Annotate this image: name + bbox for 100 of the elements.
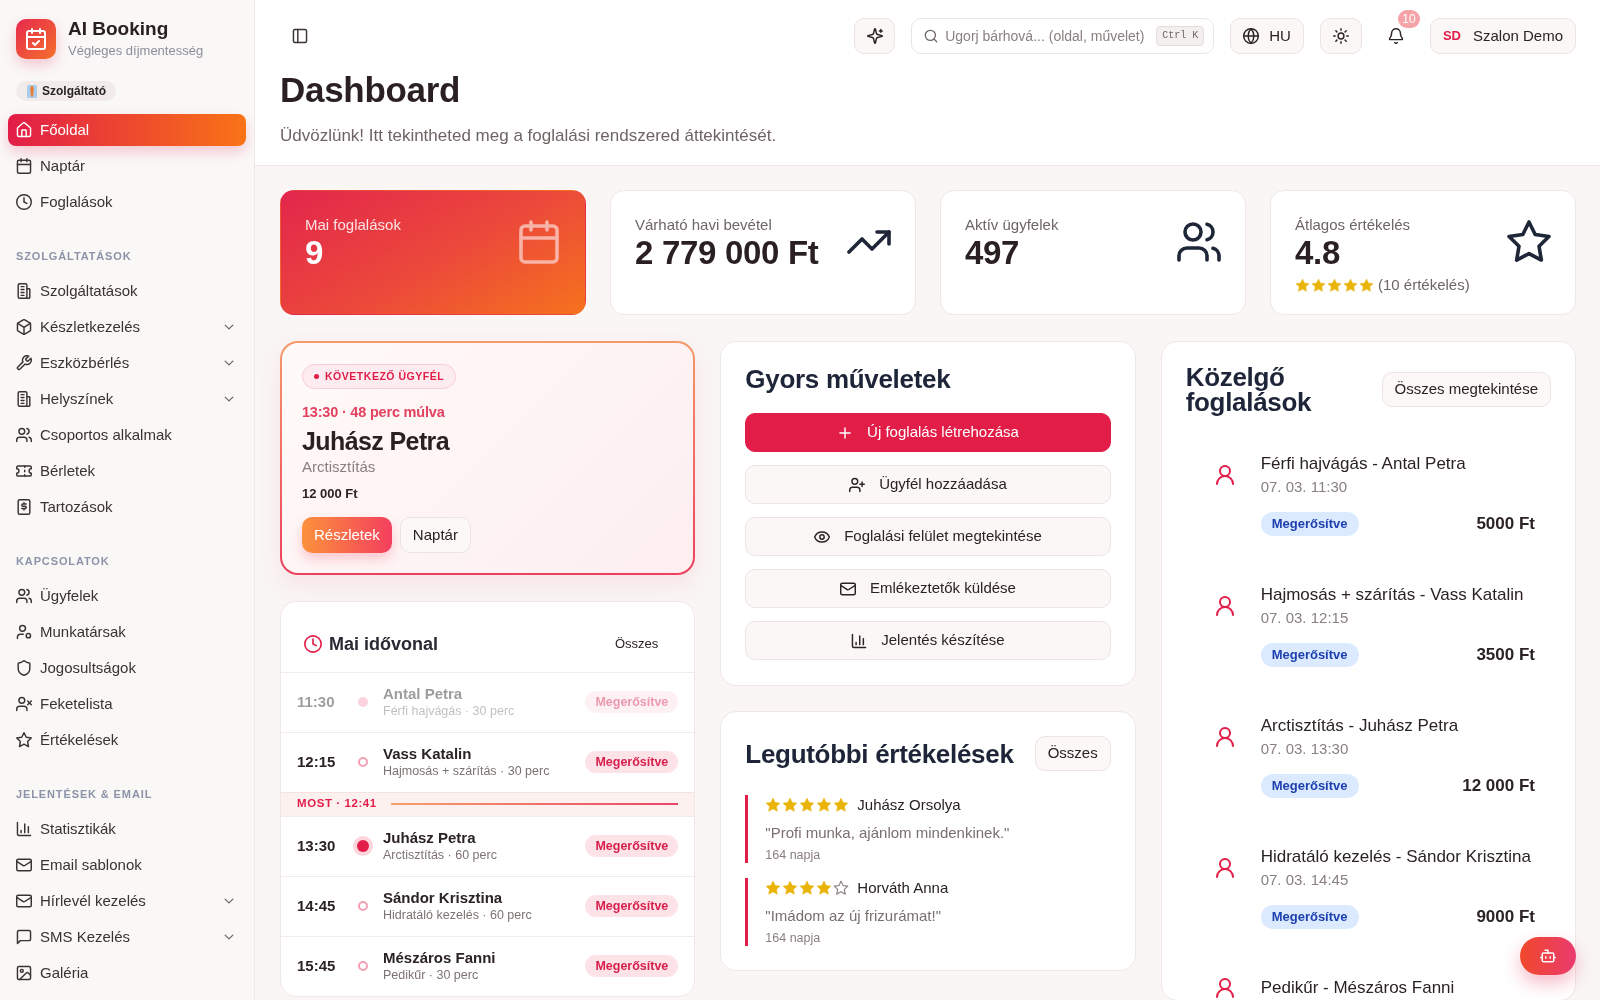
nav-item[interactable]: Főoldal [8, 114, 246, 146]
booking-time: 07. 03. 13:30 [1260, 739, 1350, 759]
nav-item[interactable]: Foglalások [8, 186, 246, 218]
nav-item[interactable]: Bérletek [8, 455, 246, 487]
client-name: Sándor Krisztina [383, 889, 504, 907]
language-button[interactable]: HU [1230, 18, 1304, 54]
service-detail: Arctisztítás · 60 perc [383, 847, 498, 863]
user-icon [1213, 464, 1236, 486]
review-text: "Imádom az új frizurámat!" [765, 906, 943, 926]
card-title: Legutóbbi értékelések [745, 738, 1014, 769]
shirt-tie-icon [26, 84, 38, 98]
shield-icon [16, 660, 32, 676]
stat-label: Átlagos értékelés [1295, 215, 1412, 235]
brand-name: AI Booking [68, 18, 170, 40]
booking-price: 12 000 Ft [1462, 775, 1535, 797]
nav-item[interactable]: Értékelések [8, 724, 246, 756]
ai-button[interactable] [854, 18, 896, 54]
globe-icon [1243, 28, 1260, 44]
status-badge: Megerősítve [1260, 905, 1359, 929]
appointment-time: 13:30 · 48 perc múlva [302, 403, 446, 422]
nav-item[interactable]: Hírlevél kezelés [8, 885, 246, 917]
stat-label: Várható havi bevétel [635, 215, 773, 235]
booking-title: Pedikűr - Mészáros Fanni [1260, 977, 1455, 999]
robot-icon [1540, 948, 1556, 964]
nav-item[interactable]: Eszközbérlés [8, 347, 246, 379]
image-icon [16, 965, 32, 981]
view-all-button[interactable]: Összes [1034, 736, 1111, 771]
search-icon [924, 29, 939, 43]
users-icon [16, 588, 32, 604]
mail-icon [16, 857, 32, 873]
review-age: 164 napja [765, 847, 822, 863]
service-detail: Hajmosás + szárítás · 30 perc [383, 763, 551, 779]
status-badge: Megerősítve [585, 751, 679, 773]
bell-icon [1387, 28, 1404, 44]
service-detail: Hidratáló kezelés · 60 perc [383, 907, 533, 923]
calendar-button[interactable]: Naptár [399, 517, 471, 553]
building-icon [16, 391, 32, 407]
building-icon [16, 283, 32, 299]
action-button[interactable]: Foglalási felület megtekintése [745, 517, 1111, 556]
role-label: Szolgáltató [42, 83, 106, 100]
plus-icon [837, 424, 854, 441]
dollar-receipt-icon [16, 499, 32, 515]
mail-icon [840, 580, 857, 597]
badge-label: KÖVETKEZŐ ÜGYFÉL [325, 368, 445, 384]
nav-item[interactable]: Statisztikák [8, 813, 246, 845]
reviewer-name: Juhász Orsolya [857, 795, 961, 815]
nav-item[interactable]: Tartozások [8, 491, 246, 523]
time-label: 13:30 [297, 835, 337, 856]
nav-item[interactable]: Jogosultságok [8, 652, 246, 684]
stat-value: 9 [305, 237, 325, 269]
time-label: 14:45 [297, 895, 337, 916]
booking-time: 07. 03. 12:15 [1260, 608, 1350, 628]
review-text: "Profi munka, ajánlom mindenkinek." [765, 823, 1011, 843]
user-plus-icon [849, 476, 866, 493]
status-badge: Megerősítve [1260, 774, 1359, 798]
nav-item[interactable]: Ügyfelek [8, 580, 246, 612]
booking-time: 07. 03. 11:30 [1260, 477, 1349, 497]
action-button[interactable]: Jelentés készítése [745, 621, 1111, 660]
client-name: Juhász Petra [302, 426, 451, 457]
ring-icon [358, 961, 368, 971]
service-detail: Férfi hajvágás · 30 perc [383, 703, 516, 719]
action-button[interactable]: Új foglalás létrehozása [745, 413, 1111, 452]
card-title: Közelgő foglalások [1185, 365, 1313, 415]
booking-price: 3500 Ft [1476, 644, 1535, 666]
section-heading: JELENTÉSEK & EMAIL [16, 787, 154, 801]
nav-item[interactable]: SMS Kezelés [8, 921, 246, 953]
rating-count: (10 értékelés) [1378, 275, 1470, 295]
sun-icon [1332, 28, 1349, 44]
nav-item[interactable]: Készletkezelés [8, 311, 246, 343]
nav-item[interactable]: Szolgáltatások [8, 275, 246, 307]
theme-button[interactable] [1319, 18, 1362, 54]
client-name: Vass Katalin [383, 745, 473, 763]
booking-price: 5000 Ft [1476, 513, 1535, 535]
service-name: Arctisztítás [302, 457, 377, 477]
price: 12 000 Ft [302, 485, 359, 503]
nav-item[interactable]: Helyszínek [8, 383, 246, 415]
calendar-check-icon [16, 18, 56, 59]
clock-icon [304, 634, 322, 653]
nav-item[interactable]: Munkatársak [8, 616, 246, 648]
nav-item[interactable]: Feketelista [8, 688, 246, 720]
action-button[interactable]: Ügyfél hozzáadása [745, 465, 1111, 504]
nav-item[interactable]: Galéria [8, 957, 246, 989]
nav-item[interactable]: Email sablonok [8, 849, 246, 881]
view-all-button[interactable]: Összes megtekintése [1381, 372, 1551, 407]
chat-bubble-icon [16, 929, 32, 945]
view-all-link[interactable]: Összes [603, 630, 671, 658]
nav-item[interactable]: Csoportos alkalmak [8, 419, 246, 451]
shortcut-hint: Ctrl K [1156, 26, 1205, 46]
notification-count: 10 [1397, 10, 1420, 28]
now-label: MOST · 12:41 [297, 796, 377, 812]
user-menu-button[interactable]: SD Szalon Demo [1429, 18, 1576, 54]
action-button[interactable]: Emlékeztetők küldése [745, 569, 1111, 608]
nav-item[interactable]: Naptár [8, 150, 246, 182]
ring-icon [358, 757, 368, 767]
calendar-icon [517, 220, 561, 264]
stat-value: 2 779 000 Ft [635, 237, 819, 269]
dot-icon [314, 374, 319, 379]
dot-icon [358, 697, 368, 707]
mail-icon [16, 893, 32, 909]
bar-chart-icon [16, 821, 32, 837]
